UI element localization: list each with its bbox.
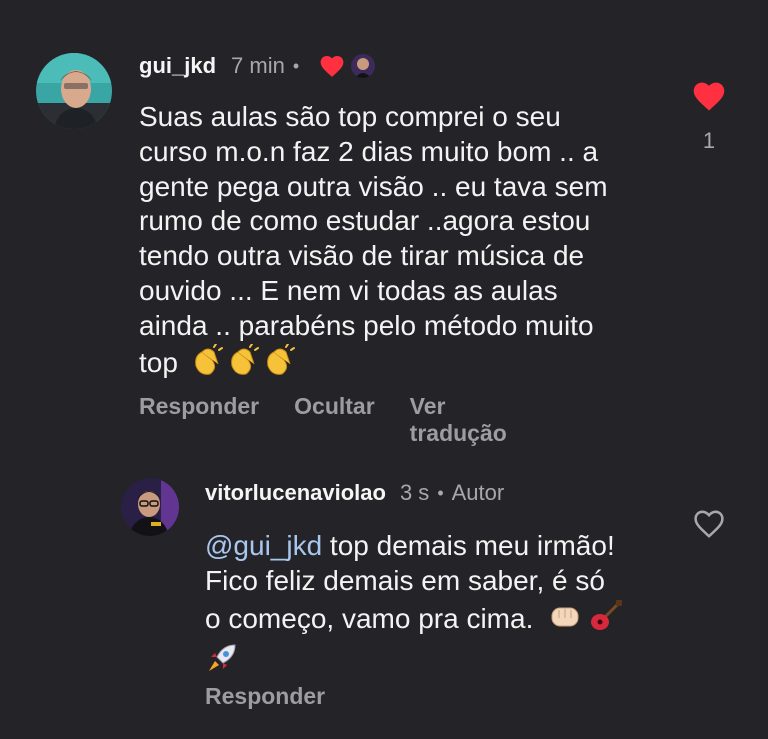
like-count[interactable]: 1 — [703, 128, 715, 154]
reply-button[interactable]: Responder — [139, 393, 259, 447]
hide-button[interactable]: Ocultar — [294, 393, 375, 447]
fist-icon — [549, 602, 581, 639]
author-badge: Autor — [451, 480, 505, 505]
reply-actions: Responder — [205, 683, 325, 710]
separator-dot: • — [437, 482, 444, 503]
reply-username[interactable]: vitorlucenaviolao — [205, 480, 386, 506]
reply-line: Fico feliz demais em saber, é só — [205, 564, 605, 596]
avatar[interactable] — [36, 53, 112, 129]
rocket-line — [205, 641, 665, 675]
mention-link[interactable]: @gui_jkd — [205, 530, 322, 561]
reply-like-control — [689, 508, 729, 539]
heart-filled-icon — [319, 54, 345, 78]
clapping-hands-icon — [192, 342, 300, 385]
reply-line: o começo, vamo pra cima. — [205, 602, 534, 634]
timestamp: 7 min — [231, 53, 285, 78]
username[interactable]: gui_jkd — [139, 53, 216, 79]
comment-line: Suas aulas são top comprei o seu — [139, 101, 561, 132]
reply-avatar[interactable] — [121, 478, 179, 536]
reply-emoji-line: o começo, vamo pra cima. — [205, 599, 665, 642]
reply-line: top demais meu irmão! — [322, 530, 615, 561]
reply-button[interactable]: Responder — [205, 683, 325, 710]
comment-line: rumo de como estudar ..agora estou — [139, 205, 591, 237]
reply-meta: vitorlucenaviolao 3 s • Autor — [205, 479, 504, 507]
comment-line: curso m.o.n faz 2 dias muito bom .. a — [139, 135, 599, 167]
like-control: 1 — [689, 80, 729, 154]
comment-line: ouvido ... E nem vi todas as aulas — [139, 274, 558, 306]
guitar-icon — [589, 599, 623, 642]
comment-last-line: top — [139, 342, 659, 385]
reply-text: @gui_jkd top demais meu irmão! Fico feli… — [205, 529, 665, 675]
translate-button[interactable]: Ver tradução — [410, 393, 507, 447]
heart-outline-icon[interactable] — [692, 508, 726, 539]
comment-line: top — [139, 346, 178, 378]
rocket-icon — [205, 641, 239, 684]
like-heart-filled-icon[interactable] — [691, 80, 727, 112]
comment-line: gente pega outra visão .. eu tava sem — [139, 170, 608, 202]
comment-meta: gui_jkd 7 min • — [139, 52, 376, 80]
reply-first-line: @gui_jkd top demais meu irmão! — [205, 529, 665, 564]
comment-actions: Responder Ocultar Ver tradução — [139, 393, 507, 447]
comment-line: tendo outra visão de tirar música de — [139, 240, 585, 272]
author-mini-avatar — [351, 54, 376, 78]
reply-timestamp: 3 s — [399, 480, 430, 505]
separator-dot: • — [292, 55, 300, 76]
comment-line: ainda .. parabéns pelo método muito — [139, 309, 594, 341]
comment-text: Suas aulas são top comprei o seu curso m… — [139, 100, 659, 384]
